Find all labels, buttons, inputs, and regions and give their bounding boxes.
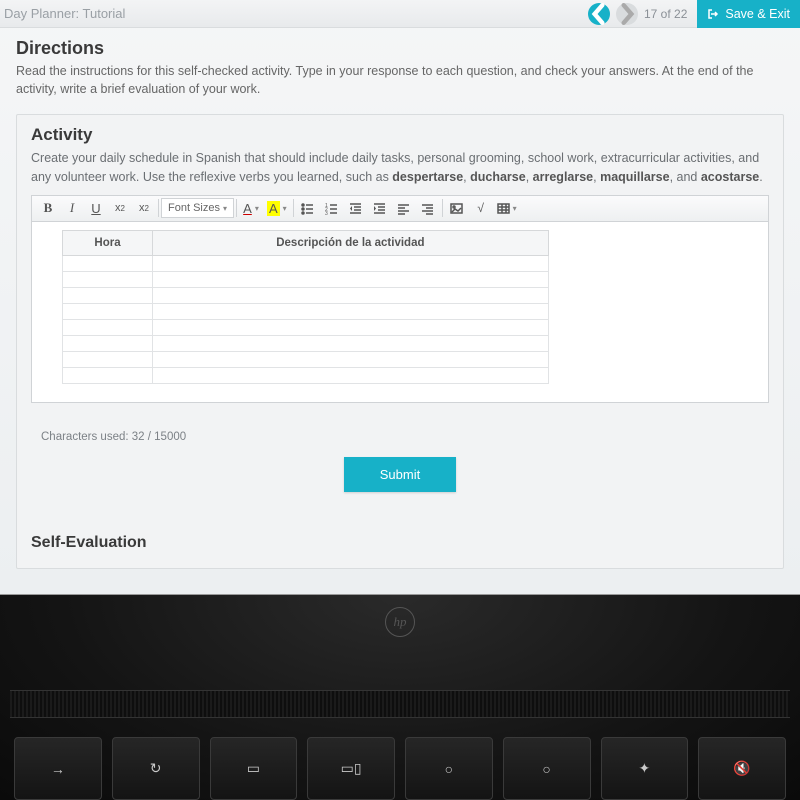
charcount-limit: 15000 [154, 431, 186, 443]
image-icon [450, 202, 463, 215]
submit-wrap: Submit [31, 457, 769, 492]
table-row[interactable] [63, 351, 549, 367]
toolbar-separator [158, 199, 159, 217]
self-evaluation-heading: Self-Evaluation [31, 534, 769, 552]
page-progress: 17 of 22 [644, 7, 687, 21]
text-color-button[interactable]: A [239, 197, 263, 219]
bold-button[interactable]: B [36, 197, 60, 219]
charcount-used: 32 [132, 431, 145, 443]
toolbar-separator [236, 199, 237, 217]
highlight-color-button[interactable]: A [263, 197, 291, 219]
hp-logo: hp [385, 607, 415, 637]
submit-button[interactable]: Submit [344, 457, 456, 492]
character-counter: Characters used: 32 / 15000 [31, 403, 769, 443]
table-button[interactable] [493, 197, 521, 219]
table-row[interactable] [63, 255, 549, 271]
table-row[interactable] [63, 271, 549, 287]
number-list-icon: 123 [325, 202, 338, 215]
keyboard-key: 🔇 [698, 737, 786, 800]
keyboard-key: ▭ [210, 737, 298, 800]
align-right-button[interactable] [416, 197, 440, 219]
indent-icon [373, 202, 386, 215]
keyboard-key: ▭▯ [307, 737, 395, 800]
editor-content[interactable]: Hora Descripción de la actividad [32, 222, 768, 402]
subscript-button[interactable]: x2 [132, 197, 156, 219]
outdent-icon [349, 202, 362, 215]
table-row[interactable] [63, 335, 549, 351]
keyboard-row: →↻▭▭▯○○✦🔇 [0, 737, 800, 800]
save-exit-label: Save & Exit [725, 7, 790, 21]
bullet-list-button[interactable] [296, 197, 320, 219]
page-title: Day Planner: Tutorial [4, 6, 588, 21]
speaker-grille [10, 690, 790, 718]
font-size-select[interactable]: Font Sizes [161, 198, 234, 218]
laptop-chassis: hp →↻▭▭▯○○✦🔇 [0, 595, 800, 800]
indent-button[interactable] [368, 197, 392, 219]
charcount-label: Characters used: [41, 431, 132, 443]
superscript-button[interactable]: x2 [108, 197, 132, 219]
table-icon [497, 202, 510, 215]
editor-toolbar: B I U x2 x2 Font Sizes A A 123 [32, 196, 768, 222]
align-left-icon [397, 202, 410, 215]
image-button[interactable] [445, 197, 469, 219]
underline-button[interactable]: U [84, 197, 108, 219]
activity-heading: Activity [31, 125, 769, 145]
keyboard-key: ○ [405, 737, 493, 800]
keyboard-key: → [14, 737, 102, 800]
rich-text-editor: B I U x2 x2 Font Sizes A A 123 [31, 195, 769, 403]
prev-page-button[interactable] [588, 3, 610, 25]
chevron-left-icon [588, 3, 610, 25]
bullet-list-icon [301, 202, 314, 215]
outdent-button[interactable] [344, 197, 368, 219]
app-screen: Day Planner: Tutorial 17 of 22 Save & Ex… [0, 0, 800, 595]
keyboard-key: ✦ [601, 737, 689, 800]
toolbar-separator [442, 199, 443, 217]
directions-heading: Directions [16, 38, 784, 59]
schedule-table[interactable]: Hora Descripción de la actividad [62, 230, 549, 384]
align-left-button[interactable] [392, 197, 416, 219]
directions-text: Read the instructions for this self-chec… [16, 63, 784, 98]
activity-panel: Activity Create your daily schedule in S… [16, 114, 784, 569]
activity-instructions: Create your daily schedule in Spanish th… [31, 149, 769, 187]
align-right-icon [421, 202, 434, 215]
table-row[interactable] [63, 319, 549, 335]
next-page-button[interactable] [616, 3, 638, 25]
number-list-button[interactable]: 123 [320, 197, 344, 219]
exit-icon [707, 8, 719, 20]
italic-button[interactable]: I [60, 197, 84, 219]
equation-button[interactable]: √ [469, 197, 493, 219]
save-exit-button[interactable]: Save & Exit [697, 0, 800, 28]
table-row[interactable] [63, 367, 549, 383]
table-row[interactable] [63, 303, 549, 319]
page-body: Directions Read the instructions for thi… [0, 28, 800, 569]
top-bar: Day Planner: Tutorial 17 of 22 Save & Ex… [0, 0, 800, 28]
svg-text:3: 3 [325, 211, 328, 215]
table-header-descripcion: Descripción de la actividad [153, 230, 549, 255]
keyboard-key: ○ [503, 737, 591, 800]
toolbar-separator [293, 199, 294, 217]
table-header-hora: Hora [63, 230, 153, 255]
chevron-right-icon [616, 3, 638, 25]
table-row[interactable] [63, 287, 549, 303]
keyboard-key: ↻ [112, 737, 200, 800]
